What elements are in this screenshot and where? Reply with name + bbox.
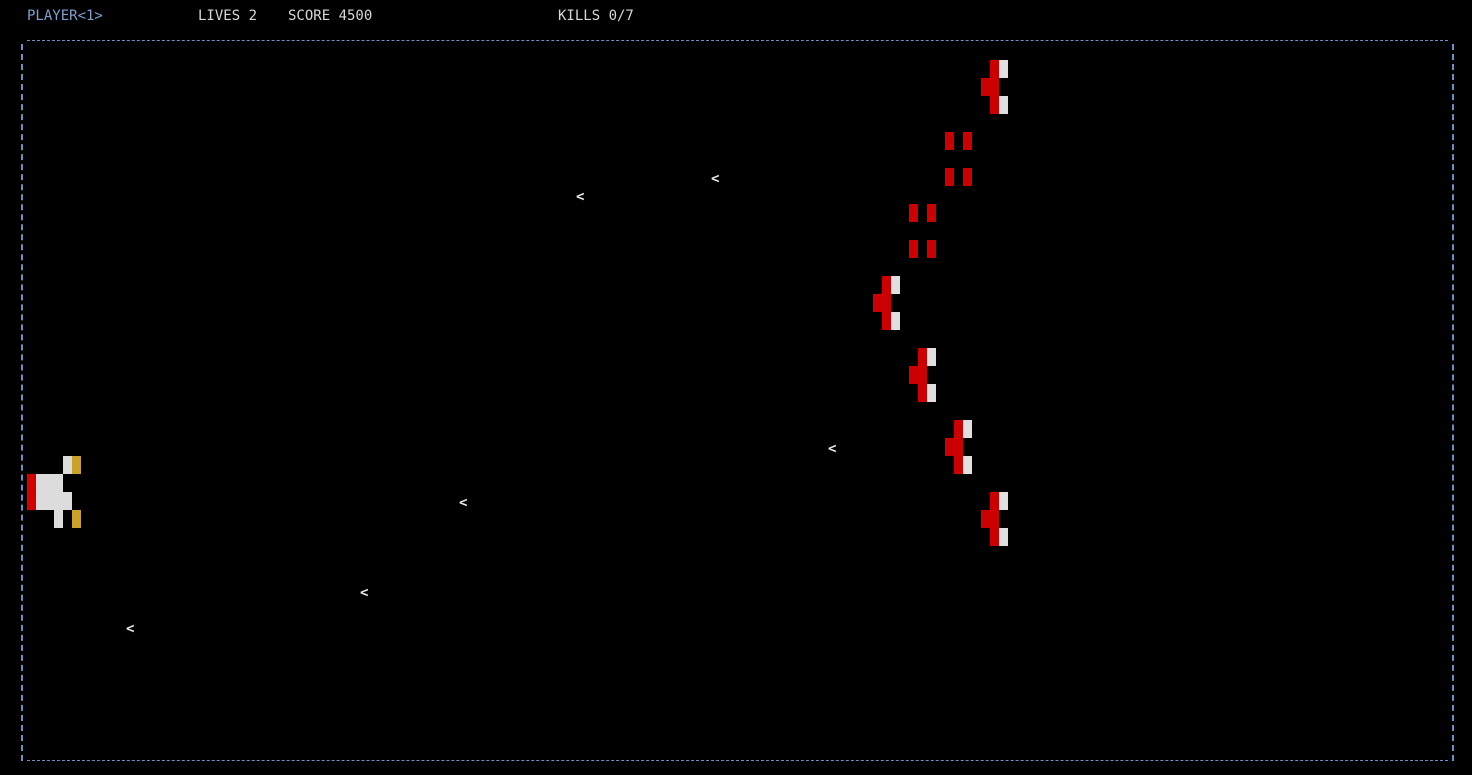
sprite-pixel	[63, 456, 72, 474]
sprite-pixel	[882, 312, 891, 330]
sprite-pixel	[963, 420, 972, 438]
sprite-pixel	[954, 420, 963, 438]
enemy-fighter-icon	[909, 348, 945, 402]
sprite-pixel	[54, 510, 63, 528]
sprite-pixel	[927, 204, 936, 222]
sprite-pixel	[54, 492, 63, 510]
sprite-pixel	[990, 78, 999, 96]
sprite-pixel	[999, 96, 1008, 114]
sprite-pixel	[909, 204, 918, 222]
sprite-pixel	[36, 492, 45, 510]
sprite-pixel	[918, 384, 927, 402]
sprite-pixel	[891, 312, 900, 330]
sprite-pixel	[954, 438, 963, 456]
sprite-pixel	[27, 474, 36, 492]
sprite-pixel	[27, 492, 36, 510]
sprite-pixel	[945, 132, 954, 150]
enemy-fighter-icon	[945, 420, 981, 474]
sprite-pixel	[927, 348, 936, 366]
sprite-pixel	[963, 132, 972, 150]
sprite-pixel	[927, 240, 936, 258]
sprite-pixel	[990, 60, 999, 78]
enemy-fighter-icon	[981, 60, 1017, 114]
sprite-pixel	[882, 294, 891, 312]
sprite-pixel	[909, 366, 918, 384]
sprite-pixel	[963, 456, 972, 474]
sprite-pixel	[45, 492, 54, 510]
player-ship-icon	[27, 456, 81, 528]
enemy-fighter-icon	[873, 276, 909, 330]
enemy-bullet-icon: <	[360, 585, 369, 601]
sprite-pixel	[990, 96, 999, 114]
sprite-pixel	[963, 168, 972, 186]
sprite-pixel	[999, 528, 1008, 546]
enemy-bullet-icon: <	[711, 171, 720, 187]
sprite-pixel	[918, 348, 927, 366]
enemy-bullet-icon: <	[576, 189, 585, 205]
playfield: < < < < < <	[0, 0, 1472, 775]
sprite-pixel	[873, 294, 882, 312]
sprite-pixel	[909, 240, 918, 258]
enemy-bullet-icon: <	[828, 441, 837, 457]
sprite-pixel	[63, 492, 72, 510]
enemy-pod-icon	[945, 132, 981, 186]
sprite-pixel	[927, 384, 936, 402]
sprite-pixel	[945, 438, 954, 456]
sprite-pixel	[45, 474, 54, 492]
enemy-bullet-icon: <	[459, 495, 468, 511]
sprite-pixel	[999, 60, 1008, 78]
sprite-pixel	[954, 456, 963, 474]
sprite-pixel	[891, 276, 900, 294]
sprite-pixel	[990, 528, 999, 546]
sprite-pixel	[72, 510, 81, 528]
enemy-fighter-icon	[981, 492, 1017, 546]
sprite-pixel	[999, 492, 1008, 510]
sprite-pixel	[36, 474, 45, 492]
sprite-pixel	[54, 474, 63, 492]
enemy-bullet-icon: <	[126, 621, 135, 637]
sprite-pixel	[882, 276, 891, 294]
sprite-pixel	[72, 456, 81, 474]
sprite-pixel	[918, 366, 927, 384]
sprite-pixel	[981, 78, 990, 96]
sprite-pixel	[945, 168, 954, 186]
sprite-pixel	[990, 510, 999, 528]
sprite-pixel	[981, 510, 990, 528]
enemy-pod-icon	[909, 204, 945, 258]
sprite-pixel	[990, 492, 999, 510]
